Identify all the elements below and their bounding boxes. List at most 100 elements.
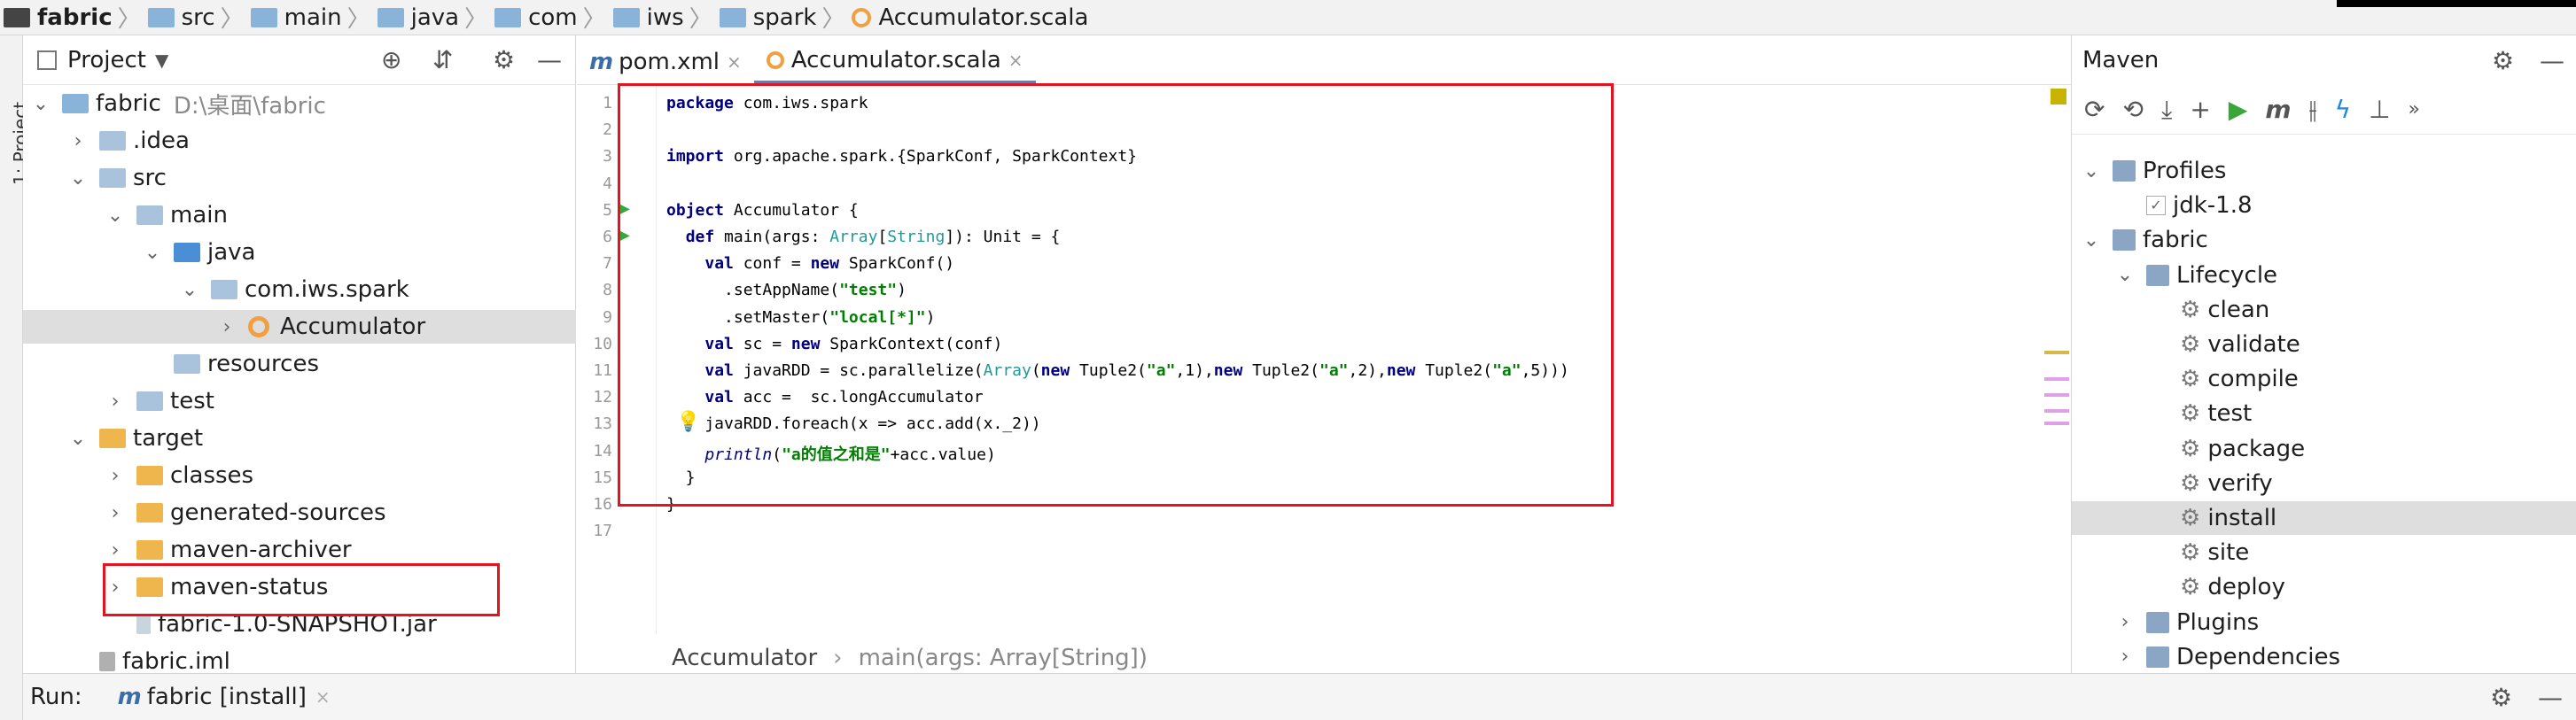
chevron-right-icon[interactable]: › [105, 465, 126, 487]
collapse-all-icon[interactable]: ⇵ [432, 45, 453, 74]
settings-icon[interactable]: ⚙ [2492, 46, 2514, 75]
line-number: 7 [603, 254, 612, 274]
maven-goal-icon[interactable]: m [2265, 95, 2291, 124]
checkbox-icon[interactable]: ✓ [2146, 196, 2166, 216]
hide-panel-icon[interactable]: — [2540, 46, 2564, 75]
breadcrumb-item[interactable]: spark 〉 [719, 1, 852, 34]
breadcrumb-item[interactable]: fabric 〉 [4, 1, 148, 34]
tree-row-test[interactable]: › test [23, 384, 576, 418]
chevron-down-icon[interactable]: ▼ [155, 50, 168, 71]
breadcrumb-item[interactable]: iws 〉 [612, 1, 720, 34]
breadcrumb-item[interactable]: src 〉 [147, 1, 251, 34]
breadcrumb-label: com [528, 4, 578, 31]
chevron-down-icon[interactable]: ⌄ [30, 93, 51, 115]
navigation-bar: fabric 〉 src 〉 main 〉 java 〉 com 〉 iws 〉 spark 〉 Accum… [0, 0, 2576, 35]
maven-row-clean[interactable]: ⚙ clean [2072, 293, 2576, 327]
gear-icon: ⚙ [2180, 505, 2201, 531]
download-icon[interactable]: ⤓ [2161, 95, 2172, 125]
tree-row-maven-archiver[interactable]: › maven-archiver [23, 533, 576, 567]
tree-label: site [2207, 539, 2250, 567]
tab-accumulator-scala[interactable]: Accumulator.scala × [753, 40, 1036, 84]
tab-pom-xml[interactable]: m pom.xml × [577, 40, 754, 84]
maven-row-verify[interactable]: ⚙ verify [2072, 467, 2576, 500]
reload-icon[interactable]: ⟳ [2084, 95, 2105, 124]
breadcrumb-item[interactable]: main 〉 [250, 1, 377, 34]
more-icon[interactable]: » [2408, 98, 2419, 120]
line-number: 17 [593, 522, 612, 541]
breadcrumb-item[interactable]: Accumulator.scala [852, 4, 1088, 31]
scroll-marker [2044, 351, 2069, 354]
chevron-down-icon[interactable]: ⌄ [105, 205, 126, 227]
add-icon[interactable]: + [2190, 95, 2210, 124]
settings-icon[interactable]: ⚙ [493, 45, 515, 74]
maven-row-validate[interactable]: ⚙ validate [2072, 328, 2576, 361]
chevron-right-icon[interactable]: › [105, 539, 126, 561]
hide-panel-icon[interactable]: — [537, 45, 562, 74]
maven-row-lifecycle[interactable]: ⌄ Lifecycle [2072, 259, 2576, 292]
skip-tests-icon[interactable]: ϟ [2335, 95, 2351, 124]
maven-row-plugins[interactable]: › Plugins [2072, 606, 2576, 639]
maven-row-profiles[interactable]: ⌄ Profiles [2072, 154, 2576, 188]
tree-row-fabric[interactable]: ⌄ fabric D:\桌面\fabric [23, 87, 576, 120]
maven-row-fabric[interactable]: ⌄ fabric [2072, 223, 2576, 257]
tree-row-target[interactable]: ⌄ target [23, 422, 576, 455]
chevron-down-icon[interactable]: ⌄ [67, 167, 89, 190]
maven-row-dependencies[interactable]: › Dependencies [2072, 640, 2576, 674]
chevron-down-icon[interactable]: ⌄ [2114, 264, 2136, 286]
chevron-right-icon[interactable]: › [2114, 646, 2136, 668]
maven-row-install[interactable]: ⚙ install [2072, 501, 2576, 535]
chevron-down-icon[interactable]: ⌄ [67, 428, 89, 450]
tree-row-src[interactable]: ⌄ src [23, 161, 576, 195]
tree-row-accumulator[interactable]: › Accumulator [23, 310, 576, 344]
chevron-down-icon[interactable]: ⌄ [2081, 160, 2102, 182]
chevron-down-icon[interactable]: ⌄ [2081, 229, 2102, 252]
deps-icon [2146, 646, 2169, 668]
hide-panel-icon[interactable]: — [2538, 683, 2563, 712]
tree-label: fabric.iml [122, 648, 230, 675]
breadcrumb-item[interactable]: com 〉 [494, 1, 613, 34]
chevron-right-icon[interactable]: › [216, 316, 237, 338]
breadcrumb-item[interactable]: java 〉 [377, 1, 495, 34]
maven-row-package[interactable]: ⚙ package [2072, 432, 2576, 466]
tree-row-main[interactable]: ⌄ main [23, 198, 576, 232]
run-config-tab[interactable]: fabric [install] [147, 684, 307, 710]
line-number: 11 [593, 361, 612, 380]
chevron-down-icon[interactable]: ⌄ [142, 242, 163, 264]
editor-breadcrumb-item[interactable]: Accumulator [672, 645, 817, 671]
run-icon[interactable]: ▶ [2229, 95, 2248, 124]
maven-row-site[interactable]: ⚙ site [2072, 536, 2576, 569]
tree-row-classes[interactable]: › classes [23, 459, 576, 492]
tree-row--idea[interactable]: › .idea [23, 124, 576, 158]
maven-row-deploy[interactable]: ⚙ deploy [2072, 570, 2576, 604]
scroll-marker [2044, 422, 2069, 425]
gear-icon: ⚙ [2180, 296, 2201, 323]
close-icon[interactable]: × [727, 51, 742, 73]
tree-label: Accumulator [280, 314, 426, 340]
toggle-offline-icon[interactable]: ⫲ [2309, 95, 2317, 125]
tree-row-generated-sources[interactable]: › generated-sources [23, 496, 576, 530]
chevron-down-icon[interactable]: ⌄ [179, 279, 200, 301]
settings-icon[interactable]: ⚙ [2490, 683, 2512, 712]
close-icon[interactable]: × [315, 686, 331, 708]
locate-icon[interactable]: ⊕ [381, 45, 401, 74]
project-panel-title[interactable]: Project [67, 47, 146, 74]
tree-label: install [2207, 505, 2277, 531]
editor-tabs: m pom.xml × Accumulator.scala × [577, 35, 2071, 85]
maven-row-jdk-1-8[interactable]: ✓ jdk-1.8 [2072, 189, 2576, 222]
breadcrumb: fabric 〉 src 〉 main 〉 java 〉 com 〉 iws 〉 spark 〉 Accum… [0, 1, 1088, 34]
chevron-right-icon[interactable]: › [105, 502, 126, 524]
maven-row-test[interactable]: ⚙ test [2072, 397, 2576, 430]
chevron-right-icon[interactable]: › [105, 391, 126, 413]
close-icon[interactable]: × [1008, 50, 1023, 71]
tree-label: fabric [2143, 227, 2208, 254]
chevron-right-icon[interactable]: › [67, 130, 89, 152]
tree-row-resources[interactable]: resources [23, 347, 576, 381]
editor-breadcrumb-item[interactable]: main(args: Array[String]) [859, 645, 1148, 671]
reload-folder-icon[interactable]: ⟲ [2122, 95, 2143, 124]
show-dependencies-icon[interactable]: ⊥ [2369, 95, 2390, 124]
maven-row-compile[interactable]: ⚙ compile [2072, 362, 2576, 396]
tree-row-com-iws-spark[interactable]: ⌄ com.iws.spark [23, 273, 576, 306]
tree-row-java[interactable]: ⌄ java [23, 236, 576, 269]
folder-module-icon [62, 94, 89, 113]
chevron-right-icon[interactable]: › [2114, 611, 2136, 633]
